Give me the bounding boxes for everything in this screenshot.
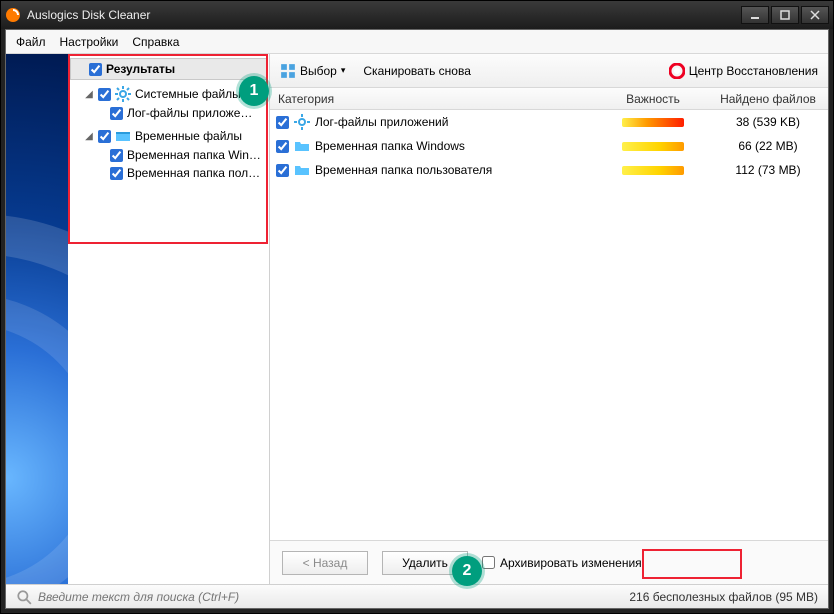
select-dropdown-button[interactable]: Выбор ▾ (280, 63, 345, 79)
archive-checkbox[interactable] (482, 556, 495, 569)
menu-help[interactable]: Справка (132, 35, 179, 49)
col-importance[interactable]: Важность (598, 92, 708, 106)
rescan-label: Сканировать снова (363, 64, 470, 78)
menu-bar: Файл Настройки Справка (6, 30, 828, 54)
results-tree-panel: Результаты ◢ Системные файлы Лог-файлы п… (68, 54, 270, 584)
row-found: 112 (73 MB) (708, 163, 828, 177)
window-title: Auslogics Disk Cleaner (27, 8, 150, 22)
tree-checkbox[interactable] (110, 149, 123, 162)
importance-bar (622, 118, 684, 127)
grid-header: Категория Важность Найдено файлов (270, 88, 828, 110)
row-checkbox[interactable] (276, 116, 289, 129)
gear-icon (294, 114, 310, 130)
tree-group-label: Системные файлы (135, 87, 241, 101)
col-found[interactable]: Найдено файлов (708, 92, 828, 106)
tree-item-label: Временная папка пол… (127, 166, 260, 180)
tree-root-results[interactable]: Результаты (70, 58, 267, 80)
row-found: 38 (539 KB) (708, 115, 828, 129)
recovery-label: Центр Восстановления (689, 64, 818, 78)
status-summary: 216 бесполезных файлов (95 MB) (629, 590, 818, 604)
tree-checkbox[interactable] (98, 88, 111, 101)
row-checkbox[interactable] (276, 140, 289, 153)
row-found: 66 (22 MB) (708, 139, 828, 153)
annotation-box-2 (642, 549, 742, 579)
row-label: Временная папка пользователя (315, 163, 492, 177)
table-row[interactable]: Временная папка Windows 66 (22 MB) (270, 134, 828, 158)
recovery-center-button[interactable]: Центр Восстановления (669, 63, 818, 79)
tree-checkbox[interactable] (98, 130, 111, 143)
tree-group-temp-files[interactable]: ◢ Временные файлы (70, 126, 267, 146)
table-row[interactable]: Лог-файлы приложений 38 (539 KB) (270, 110, 828, 134)
tree-root-checkbox[interactable] (89, 63, 102, 76)
col-category[interactable]: Категория (270, 92, 598, 106)
search-icon (16, 589, 32, 605)
caret-down-icon: ▾ (341, 65, 346, 76)
folder-icon (294, 162, 310, 178)
rescan-button[interactable]: Сканировать снова (363, 64, 470, 78)
row-label: Лог-файлы приложений (315, 115, 448, 129)
select-label: Выбор (300, 64, 337, 78)
minimize-button[interactable] (741, 6, 769, 24)
close-button[interactable] (801, 6, 829, 24)
row-checkbox[interactable] (276, 164, 289, 177)
callout-badge-2: 2 (452, 556, 482, 586)
folder-icon (294, 138, 310, 154)
grid-icon (280, 63, 296, 79)
menu-file[interactable]: Файл (16, 35, 46, 49)
importance-bar (622, 166, 684, 175)
importance-bar (622, 142, 684, 151)
callout-badge-1: 1 (239, 76, 269, 106)
tree-group-label: Временные файлы (135, 129, 242, 143)
lifebuoy-icon (669, 63, 685, 79)
decorative-sidebar (6, 54, 68, 584)
grid-body: Лог-файлы приложений 38 (539 KB) Временная… (270, 110, 828, 540)
search-input[interactable] (38, 590, 629, 604)
tree-item-temp-windows[interactable]: Временная папка Win… (70, 146, 267, 164)
row-label: Временная папка Windows (315, 139, 465, 153)
tree-group-system-files[interactable]: ◢ Системные файлы (70, 84, 267, 104)
tree-root-label: Результаты (106, 62, 175, 76)
menu-settings[interactable]: Настройки (60, 35, 119, 49)
tree-item-label: Лог-файлы приложе… (127, 106, 252, 120)
tree-item-temp-user[interactable]: Временная папка пол… (70, 164, 267, 182)
archive-label: Архивировать изменения (500, 556, 642, 570)
chevron-down-icon[interactable]: ◢ (84, 131, 94, 142)
tree-item-log-files[interactable]: Лог-файлы приложе… (70, 104, 267, 122)
app-logo-icon (5, 7, 21, 23)
status-bar: 216 бесполезных файлов (95 MB) (6, 584, 828, 608)
maximize-button[interactable] (771, 6, 799, 24)
table-row[interactable]: Временная папка пользователя 112 (73 MB) (270, 158, 828, 182)
titlebar: Auslogics Disk Cleaner (1, 1, 833, 29)
folder-icon (115, 128, 131, 144)
tree-checkbox[interactable] (110, 107, 123, 120)
chevron-down-icon[interactable]: ◢ (84, 89, 94, 100)
action-row: < Назад Удалить Архивировать изменения (270, 540, 828, 584)
tree-checkbox[interactable] (110, 167, 123, 180)
gear-icon (115, 86, 131, 102)
toolbar: Выбор ▾ Сканировать снова Центр Восстано… (270, 54, 828, 88)
tree-item-label: Временная папка Win… (127, 148, 261, 162)
back-button[interactable]: < Назад (282, 551, 368, 575)
